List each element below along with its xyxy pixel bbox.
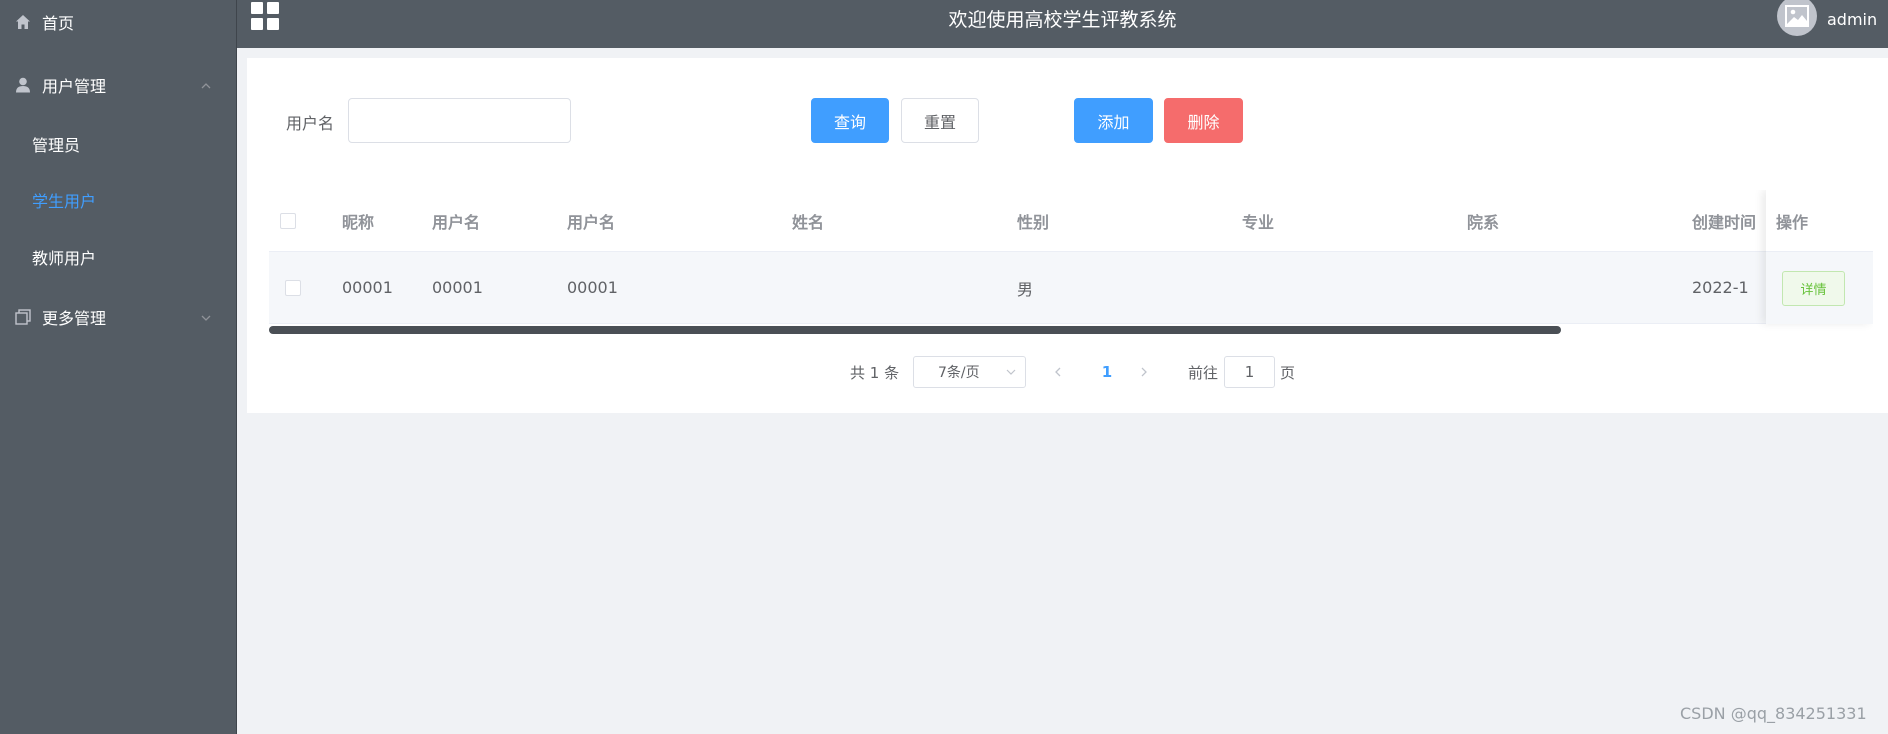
sidebar-item-label: 更多管理 <box>42 309 107 328</box>
user-icon <box>13 75 33 95</box>
column-header: 专业 <box>1242 212 1275 232</box>
column-header: 用户名 <box>432 212 481 232</box>
page-size-value: 7条/页 <box>938 365 980 381</box>
sidebar-item-label: 管理员 <box>32 136 81 155</box>
main-panel: 用户名 查询 重置 添加 删除 昵称 用户名 用户名 姓名 性别 专业 院系 创… <box>247 58 1888 413</box>
reset-button[interactable]: 重置 <box>901 98 979 143</box>
sidebar-item-label: 用户管理 <box>42 77 107 96</box>
delete-button[interactable]: 删除 <box>1164 98 1243 143</box>
home-icon <box>13 12 33 32</box>
detail-button[interactable]: 详情 <box>1782 270 1845 306</box>
prev-page-button[interactable] <box>1046 356 1070 388</box>
pagination-total: 共 1 条 <box>850 363 900 382</box>
chevron-right-icon <box>1141 367 1147 377</box>
page-number-1[interactable]: 1 <box>1095 356 1119 388</box>
page-title: 欢迎使用高校学生评教系统 <box>948 9 1177 31</box>
sidebar-item-more-management[interactable]: 更多管理 <box>0 289 237 345</box>
copy-icon <box>13 307 33 327</box>
table-header-row: 昵称 用户名 用户名 姓名 性别 专业 院系 创建时间 <box>269 190 1873 252</box>
next-page-button[interactable] <box>1132 356 1156 388</box>
chevron-down-icon <box>199 310 213 324</box>
goto-label: 前往 <box>1188 363 1219 382</box>
table-row: 00001 00001 00001 男 2022-1 <box>269 252 1873 324</box>
sidebar-item-label: 学生用户 <box>32 192 97 211</box>
user-table: 昵称 用户名 用户名 姓名 性别 专业 院系 创建时间 00001 00001 … <box>269 190 1873 332</box>
horizontal-scrollbar[interactable] <box>269 326 1873 334</box>
column-header: 操作 <box>1766 190 1873 252</box>
chevron-down-icon <box>1005 366 1017 378</box>
chevron-up-icon <box>199 78 213 92</box>
column-header: 用户名 <box>567 212 616 232</box>
sidebar-item-students[interactable]: 学生用户 <box>0 172 237 228</box>
sidebar: 首页 用户管理 管理员 学生用户 教师用户 更多管理 <box>0 0 237 734</box>
username-search-input[interactable] <box>348 98 571 143</box>
column-header: 院系 <box>1467 212 1500 232</box>
watermark: CSDN @qq_834251331 <box>1680 704 1867 723</box>
sidebar-item-user-management[interactable]: 用户管理 <box>0 57 237 113</box>
column-header: 姓名 <box>792 212 825 232</box>
query-button[interactable]: 查询 <box>811 98 889 143</box>
add-button[interactable]: 添加 <box>1074 98 1153 143</box>
page-unit-label: 页 <box>1280 363 1296 382</box>
table-cell: 男 <box>1017 279 1034 299</box>
table-cell: 00001 <box>567 278 618 297</box>
username-label[interactable]: admin <box>1827 10 1877 29</box>
sidebar-item-label: 首页 <box>42 14 75 33</box>
goto-page-input[interactable] <box>1224 356 1275 388</box>
sidebar-item-teachers[interactable]: 教师用户 <box>0 229 237 285</box>
page-size-select[interactable]: 7条/页 <box>913 356 1026 388</box>
select-all-checkbox[interactable] <box>280 212 296 229</box>
search-label: 用户名 <box>286 114 335 133</box>
top-header: 欢迎使用高校学生评教系统 admin <box>237 0 1888 48</box>
sidebar-item-admins[interactable]: 管理员 <box>0 116 237 172</box>
table-cell: 2022-1 <box>1692 278 1749 297</box>
table-cell: 00001 <box>432 278 483 297</box>
sidebar-item-home[interactable]: 首页 <box>0 0 237 50</box>
row-checkbox[interactable] <box>285 279 301 296</box>
chevron-left-icon <box>1055 367 1061 377</box>
table-cell: 00001 <box>342 278 393 297</box>
column-header: 性别 <box>1017 212 1050 232</box>
action-column: 操作 详情 <box>1766 190 1873 324</box>
sidebar-item-label: 教师用户 <box>32 249 97 268</box>
image-icon <box>1785 5 1809 27</box>
column-header: 创建时间 <box>1692 212 1757 232</box>
scrollbar-thumb[interactable] <box>269 326 1561 334</box>
column-header: 昵称 <box>342 212 375 232</box>
